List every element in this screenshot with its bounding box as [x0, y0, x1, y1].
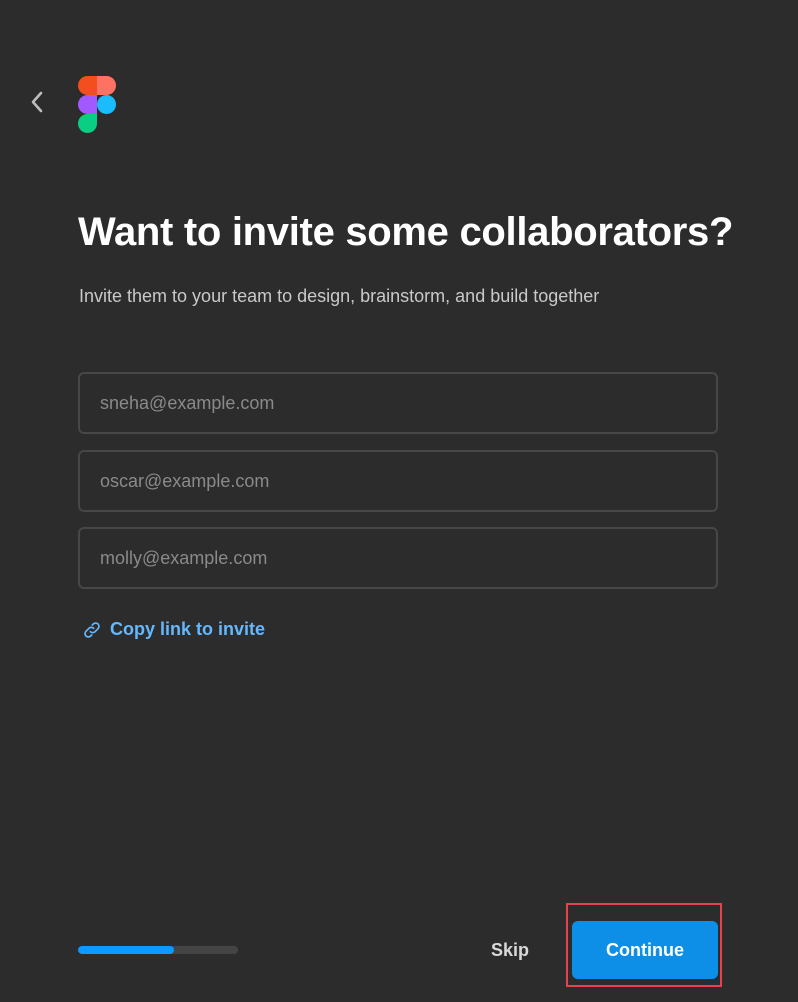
chevron-left-icon [31, 91, 43, 113]
email-field-3[interactable] [78, 527, 718, 589]
figma-logo-icon [78, 76, 116, 133]
invite-collaborators-page: Want to invite some collaborators? Invit… [0, 0, 798, 1002]
link-icon [84, 621, 100, 638]
skip-button[interactable]: Skip [474, 928, 546, 972]
progress-bar [78, 946, 238, 954]
email-field-2[interactable] [78, 450, 718, 512]
progress-bar-fill [78, 946, 174, 954]
copy-link-label: Copy link to invite [110, 619, 266, 639]
page-title: Want to invite some collaborators? [78, 210, 734, 254]
page-subtitle: Invite them to your team to design, brai… [79, 286, 600, 306]
back-button[interactable] [22, 86, 52, 118]
continue-button[interactable]: Continue [572, 921, 718, 979]
email-field-1[interactable] [78, 372, 718, 434]
copy-link-button[interactable]: Copy link to invite [82, 619, 265, 640]
